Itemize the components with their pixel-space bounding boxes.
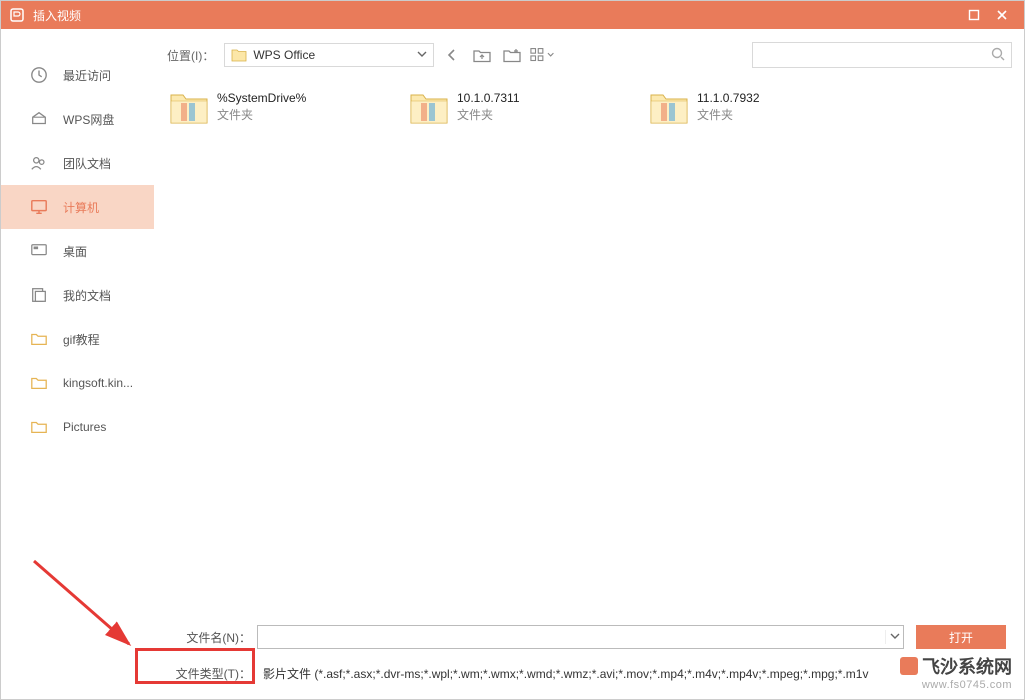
search-box[interactable] (752, 42, 1012, 68)
filename-label: 文件名(N)： (173, 629, 251, 646)
close-button[interactable] (988, 1, 1016, 29)
monitor-icon (29, 197, 49, 217)
filetype-select[interactable]: 影片文件 (*.asf;*.asx;*.dvr-ms;*.wpl;*.wm;*.… (257, 661, 1006, 685)
location-value: WPS Office (253, 48, 417, 62)
sidebar-item-label: kingsoft.kin... (63, 376, 133, 390)
sidebar-item-computer[interactable]: 计算机 (1, 185, 154, 229)
file-name: 10.1.0.7311 (457, 89, 520, 107)
sidebar-item-label: 计算机 (63, 199, 99, 216)
title-bar: 插入视频 (1, 1, 1024, 29)
folder-item[interactable]: %SystemDrive% 文件夹 (163, 85, 403, 133)
sidebar-item-recent[interactable]: 最近访问 (1, 53, 154, 97)
sidebar-item-label: 桌面 (63, 243, 87, 260)
location-label: 位置(I)： (167, 47, 214, 64)
search-input[interactable] (759, 48, 991, 62)
chevron-down-icon (417, 48, 427, 62)
filetype-label: 文件类型(T)： (173, 665, 251, 682)
file-type: 文件夹 (217, 107, 306, 123)
team-icon (29, 153, 49, 173)
sidebar-item-team[interactable]: 团队文档 (1, 141, 154, 185)
file-type: 文件夹 (457, 107, 520, 123)
open-button[interactable]: 打开 (916, 625, 1006, 649)
folder-icon (167, 89, 211, 129)
up-folder-button[interactable] (470, 43, 494, 67)
folder-icon (647, 89, 691, 129)
sidebar-item-desktop[interactable]: 桌面 (1, 229, 154, 273)
filename-input[interactable] (258, 626, 885, 648)
main-panel: 位置(I)： WPS Office %SystemDrive% 文件夹 (155, 29, 1024, 699)
chevron-down-icon[interactable] (885, 630, 903, 644)
filename-combobox[interactable] (257, 625, 904, 649)
folder-icon (407, 89, 451, 129)
bottom-panel: 文件名(N)： 打开 文件类型(T)： 影片文件 (*.asf;*.asx;*.… (155, 615, 1024, 699)
search-icon (991, 47, 1005, 64)
filetype-value: 影片文件 (*.asf;*.asx;*.dvr-ms;*.wpl;*.wm;*.… (263, 665, 868, 682)
window-title: 插入视频 (33, 7, 960, 24)
sidebar-item-mydocs[interactable]: 我的文档 (1, 273, 154, 317)
sidebar-item-label: Pictures (63, 420, 106, 434)
app-icon (9, 7, 25, 23)
folder-item[interactable]: 11.1.0.7932 文件夹 (643, 85, 883, 133)
sidebar-item-label: 我的文档 (63, 287, 111, 304)
documents-icon (29, 285, 49, 305)
sidebar-item-pictures[interactable]: Pictures (1, 405, 154, 449)
back-button[interactable] (440, 43, 464, 67)
new-folder-button[interactable] (500, 43, 524, 67)
sidebar: 最近访问 WPS网盘 团队文档 计算机 桌面 我的文档 gif教程 kings (1, 29, 155, 699)
folder-icon (29, 329, 49, 349)
location-select[interactable]: WPS Office (224, 43, 434, 67)
file-name: 11.1.0.7932 (697, 89, 760, 107)
maximize-button[interactable] (960, 1, 988, 29)
folder-mini-icon (231, 48, 247, 62)
toolbar: 位置(I)： WPS Office (155, 29, 1024, 81)
view-mode-button[interactable] (530, 43, 554, 67)
folder-icon (29, 373, 49, 393)
file-name: %SystemDrive% (217, 89, 306, 107)
folder-item[interactable]: 10.1.0.7311 文件夹 (403, 85, 643, 133)
sidebar-item-label: WPS网盘 (63, 111, 114, 128)
file-list: %SystemDrive% 文件夹 10.1.0.7311 文件夹 11.1.0… (155, 81, 1024, 615)
desktop-icon (29, 241, 49, 261)
sidebar-item-label: 最近访问 (63, 67, 111, 84)
sidebar-item-label: 团队文档 (63, 155, 111, 172)
sidebar-item-kingsoft[interactable]: kingsoft.kin... (1, 361, 154, 405)
sidebar-item-label: gif教程 (63, 331, 100, 348)
sidebar-item-gif[interactable]: gif教程 (1, 317, 154, 361)
sidebar-item-wpscloud[interactable]: WPS网盘 (1, 97, 154, 141)
cloud-icon (29, 109, 49, 129)
folder-icon (29, 417, 49, 437)
file-type: 文件夹 (697, 107, 760, 123)
clock-icon (29, 65, 49, 85)
